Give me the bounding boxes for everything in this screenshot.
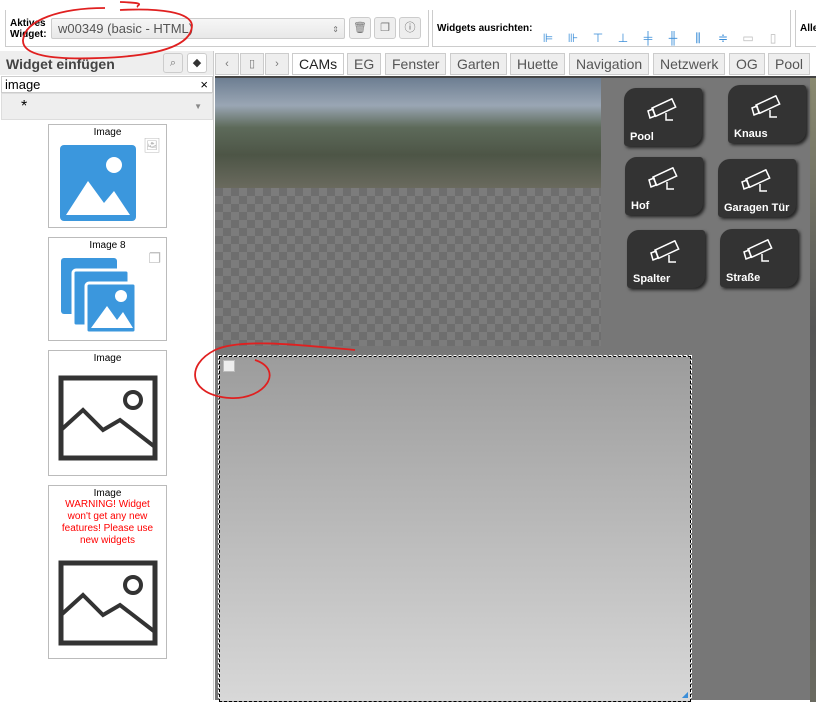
card-title: Image (93, 353, 122, 364)
cam-button-pool[interactable]: Pool (624, 88, 702, 146)
active-widget-group: Aktives Widget: w00349 (basic - HTML) ⇕ 🗑… (5, 10, 429, 47)
widget-card-image-deprecated[interactable]: Image WARNING! Widget won't get any new … (48, 485, 167, 659)
deprecation-warning: WARNING! Widget won't get any new featur… (61, 499, 154, 546)
tag-button[interactable]: ◆ (187, 53, 207, 73)
image-outline-icon (58, 375, 158, 461)
same-height-icon[interactable]: ▯ (766, 31, 780, 45)
camera-icon (647, 98, 677, 121)
align-right-icon[interactable]: ⊪ (566, 31, 580, 45)
side-camera-image (810, 78, 816, 702)
align-left-icon[interactable]: ⊫ (541, 31, 555, 45)
widget-card-image8[interactable]: Image 8 ❐ (48, 237, 167, 341)
sidebar-header: Widget einfügen ⌕ ◆ (0, 51, 213, 75)
widget-card-image-outline[interactable]: Image (48, 350, 167, 476)
sidebar-title: Widget einfügen (6, 56, 115, 72)
align-widgets-group: Widgets ausrichten: ⊫ ⊪ ⊤ ⊥ ╪ ╫ ⫼ ≑ ▭ ▯ (432, 10, 791, 47)
active-widget-value: w00349 (basic - HTML) (58, 21, 194, 36)
resize-handle[interactable]: ◢ (682, 690, 688, 699)
cam-button-knaus[interactable]: Knaus (728, 85, 806, 143)
tab-eg[interactable]: EG (347, 53, 382, 75)
image-outline-icon (58, 560, 158, 646)
all-group: Alle (795, 10, 816, 47)
image-icon (60, 145, 136, 221)
tab-huette[interactable]: Huette (510, 53, 566, 75)
select-arrows-icon: ⇕ (332, 25, 339, 34)
cam-label: Garagen Tür (724, 202, 790, 214)
tab-cams[interactable]: CAMs (292, 53, 345, 75)
active-widget-select[interactable]: w00349 (basic - HTML) ⇕ (51, 18, 345, 39)
camera-icon (751, 95, 781, 118)
cam-label: Hof (631, 200, 650, 212)
cam-label: Spalter (633, 273, 671, 285)
widget-card-image[interactable]: Image 🖼 (48, 124, 167, 228)
align-bottom-icon[interactable]: ⊥ (616, 31, 630, 45)
copy-widget-button[interactable]: ❐ (374, 17, 396, 39)
gallery-type-icon: ❐ (148, 250, 161, 266)
tab-garten[interactable]: Garten (450, 53, 507, 75)
tab-netzwerk[interactable]: Netzwerk (653, 53, 726, 75)
distribute-h-icon[interactable]: ⫼ (691, 31, 705, 45)
clear-icon[interactable]: × (200, 77, 208, 92)
align-center-v-icon[interactable]: ╪ (641, 31, 655, 45)
filter-select[interactable]: * ▼ (1, 93, 213, 120)
cam-label: Straße (726, 272, 761, 284)
search-toggle-button[interactable]: ⌕ (163, 53, 183, 73)
cam-button-strasse[interactable]: Straße (720, 229, 798, 287)
active-widget-label: Aktives Widget: (10, 18, 47, 40)
distribute-v-icon[interactable]: ≑ (716, 31, 730, 45)
tab-navigation[interactable]: Navigation (569, 53, 650, 75)
align-label: Widgets ausrichten: (437, 23, 533, 34)
camera-image[interactable] (215, 78, 601, 188)
all-label: Alle (800, 23, 816, 34)
search-input[interactable]: image × (1, 76, 213, 93)
cam-label: Knaus (734, 128, 768, 140)
broken-image-icon (223, 360, 235, 372)
search-value: image (5, 77, 41, 92)
clipboard-button[interactable]: ▯ (240, 53, 264, 75)
cam-label: Pool (630, 131, 654, 143)
align-top-icon[interactable]: ⊤ (591, 31, 605, 45)
transparent-area (215, 188, 601, 346)
card-title: Image (93, 488, 122, 499)
tab-og[interactable]: OG (729, 53, 765, 75)
tab-fenster[interactable]: Fenster (385, 53, 447, 75)
camera-icon (648, 167, 678, 190)
align-center-h-icon[interactable]: ╫ (666, 31, 680, 45)
camera-icon (743, 239, 773, 262)
camera-icon (741, 169, 771, 192)
selected-html-widget[interactable]: ◢ (218, 355, 692, 702)
cam-button-hof[interactable]: Hof (625, 157, 703, 215)
chevron-down-icon: ▼ (194, 102, 202, 111)
camera-icon (650, 240, 680, 263)
prev-view-button[interactable]: ‹ (215, 53, 239, 75)
same-width-icon[interactable]: ▭ (741, 31, 755, 45)
filter-value: * (21, 98, 28, 115)
image-type-icon: 🖼 (143, 137, 161, 153)
delete-widget-button[interactable]: 🗑 (349, 17, 371, 39)
tab-pool[interactable]: Pool (768, 53, 811, 75)
next-view-button[interactable]: › (265, 53, 289, 75)
cam-button-spalter[interactable]: Spalter (627, 230, 705, 288)
info-button[interactable]: ⓘ (399, 17, 421, 39)
cam-button-garagen-tuer[interactable]: Garagen Tür (718, 159, 796, 217)
image-gallery-icon (61, 258, 138, 335)
